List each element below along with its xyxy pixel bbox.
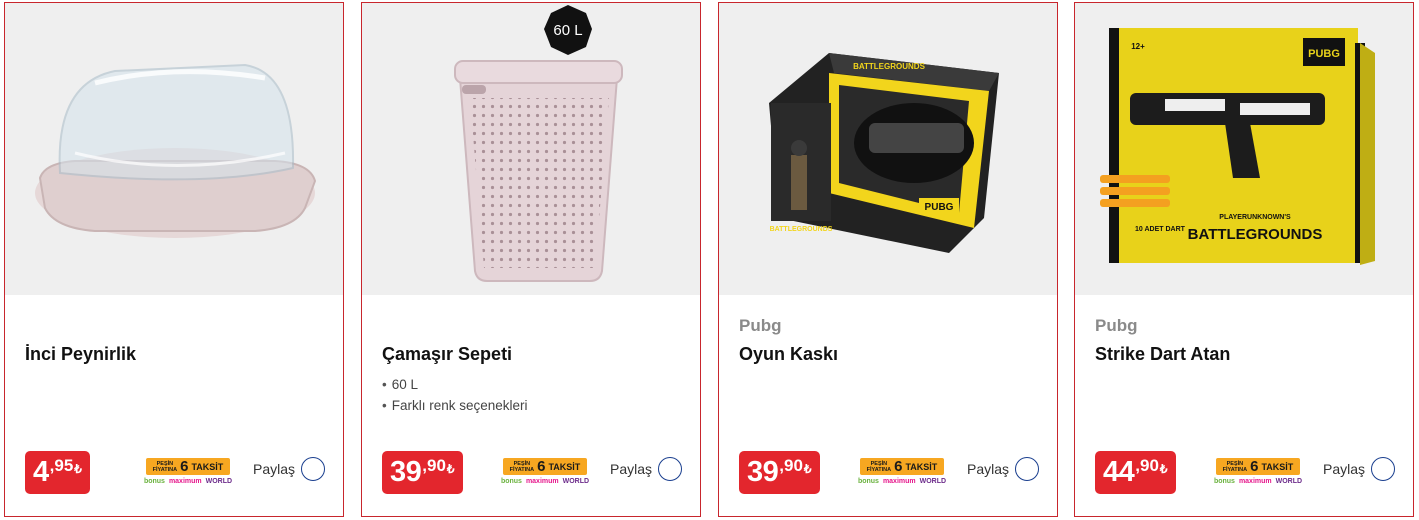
installment-prefix-2: FİYATINA <box>1222 466 1248 473</box>
bonus-logo: bonus <box>143 478 165 485</box>
product-image[interactable] <box>5 3 343 295</box>
share-label: Paylaş <box>610 461 653 477</box>
age-label: 12+ <box>1131 42 1145 51</box>
share-label: Paylaş <box>967 461 1010 477</box>
price-tag: 44 ,90 ₺ <box>1095 451 1176 494</box>
installment-word: TAKSİT <box>191 461 224 472</box>
share-button[interactable]: Paylaş <box>967 457 1040 481</box>
installment-word: TAKSİT <box>548 461 581 472</box>
bonus-logo: bonus <box>857 478 879 485</box>
product-image[interactable]: PUBG 12+ PLAYERUNKNOWN'S BATTLEGROUNDS 1… <box>1075 3 1413 295</box>
currency-symbol: ₺ <box>1159 462 1168 476</box>
currency-symbol: ₺ <box>446 462 455 476</box>
installment-prefix-2: FİYATINA <box>866 466 892 473</box>
share-circle-icon[interactable] <box>658 457 683 481</box>
price-main: 39 <box>390 456 422 488</box>
price-decimal: ,90 <box>779 456 803 475</box>
product-title[interactable]: İnci Peynirlik <box>25 344 136 365</box>
price-tag: 4 ,95 ₺ <box>25 451 90 494</box>
product-card[interactable]: PUBG BATTLEGROUNDS BATTLEGROUNDS Pubg Oy… <box>718 2 1058 517</box>
helmet-box-image: PUBG BATTLEGROUNDS BATTLEGROUNDS <box>769 53 999 253</box>
product-card[interactable]: 60 L Çamaşır Sepeti 60 L Farklı renk seç… <box>361 2 701 517</box>
maximum-logo: maximum <box>525 478 559 485</box>
share-label: Paylaş <box>253 461 296 477</box>
world-logo: WORLD <box>1275 478 1303 485</box>
product-title[interactable]: Oyun Kaskı <box>739 344 838 365</box>
product-title[interactable]: Çamaşır Sepeti <box>382 344 512 365</box>
price-decimal: ,90 <box>1135 456 1159 475</box>
product-card[interactable]: PUBG 12+ PLAYERUNKNOWN'S BATTLEGROUNDS 1… <box>1074 2 1414 517</box>
installment-badge: PEŞİN FİYATINA 6 TAKSİT bonus maximum WOR… <box>143 458 233 490</box>
share-button[interactable]: Paylaş <box>253 457 326 481</box>
installment-prefix-2: FİYATINA <box>152 466 178 473</box>
installment-number: 6 <box>894 458 903 475</box>
product-image[interactable]: 60 L <box>362 3 700 295</box>
box-title-text: BATTLEGROUNDS <box>853 62 926 71</box>
share-button[interactable]: Paylaş <box>610 457 683 481</box>
maximum-logo: maximum <box>168 478 202 485</box>
share-circle-icon[interactable] <box>301 457 326 481</box>
share-label: Paylaş <box>1323 461 1366 477</box>
cheese-container-image <box>35 63 317 238</box>
price-tag: 39 ,90 ₺ <box>382 451 463 494</box>
blaster-title: BATTLEGROUNDS <box>1188 226 1323 243</box>
product-features: 60 L Farklı renk seçenekleri <box>382 374 528 416</box>
product-title[interactable]: Strike Dart Atan <box>1095 344 1230 365</box>
blaster-subtitle: PLAYERUNKNOWN'S <box>1219 214 1291 221</box>
price-decimal: ,90 <box>422 456 446 475</box>
price-tag: 39 ,90 ₺ <box>739 451 820 494</box>
installment-badge: PEŞİN FİYATINA 6 TAKSİT bonus maximum WOR… <box>500 458 590 490</box>
world-logo: WORLD <box>562 478 590 485</box>
price-main: 4 <box>33 456 49 488</box>
product-brand: Pubg <box>1095 316 1138 335</box>
installment-number: 6 <box>537 458 546 475</box>
share-circle-icon[interactable] <box>1015 457 1040 481</box>
product-image[interactable]: PUBG BATTLEGROUNDS BATTLEGROUNDS <box>719 3 1057 295</box>
product-brand: Pubg <box>739 316 782 335</box>
product-card[interactable]: İnci Peynirlik 4 ,95 ₺ PEŞİN FİYATINA 6 T… <box>4 2 344 517</box>
feature-item: Farklı renk seçenekleri <box>382 395 528 416</box>
price-main: 44 <box>1103 456 1135 488</box>
installment-badge: PEŞİN FİYATINA 6 TAKSİT bonus maximum WOR… <box>857 458 947 490</box>
price-decimal: ,95 <box>49 456 74 475</box>
box-logo-text: PUBG <box>1308 48 1340 60</box>
dart-count-text: 10 ADET DART <box>1135 226 1186 233</box>
installment-badge: PEŞİN FİYATINA 6 TAKSİT bonus maximum WOR… <box>1213 458 1303 490</box>
capacity-badge: 60 L <box>553 22 582 39</box>
price-main: 39 <box>747 456 779 488</box>
dart-blaster-box-image: PUBG 12+ PLAYERUNKNOWN'S BATTLEGROUNDS 1… <box>1100 28 1375 265</box>
laundry-basket-image: 60 L <box>454 5 623 282</box>
maximum-logo: maximum <box>1238 478 1272 485</box>
world-logo: WORLD <box>919 478 947 485</box>
bonus-logo: bonus <box>500 478 522 485</box>
feature-item: 60 L <box>382 374 528 395</box>
box-side-text: BATTLEGROUNDS <box>770 226 833 233</box>
maximum-logo: maximum <box>882 478 916 485</box>
box-logo-text: PUBG <box>925 202 954 213</box>
installment-number: 6 <box>1250 458 1259 475</box>
share-circle-icon[interactable] <box>1371 457 1396 481</box>
installment-prefix-2: FİYATINA <box>509 466 535 473</box>
world-logo: WORLD <box>205 478 233 485</box>
installment-word: TAKSİT <box>1261 461 1294 472</box>
bonus-logo: bonus <box>1213 478 1235 485</box>
share-button[interactable]: Paylaş <box>1323 457 1396 481</box>
installment-word: TAKSİT <box>905 461 938 472</box>
currency-symbol: ₺ <box>803 462 812 476</box>
installment-number: 6 <box>180 458 189 475</box>
currency-symbol: ₺ <box>74 462 82 476</box>
